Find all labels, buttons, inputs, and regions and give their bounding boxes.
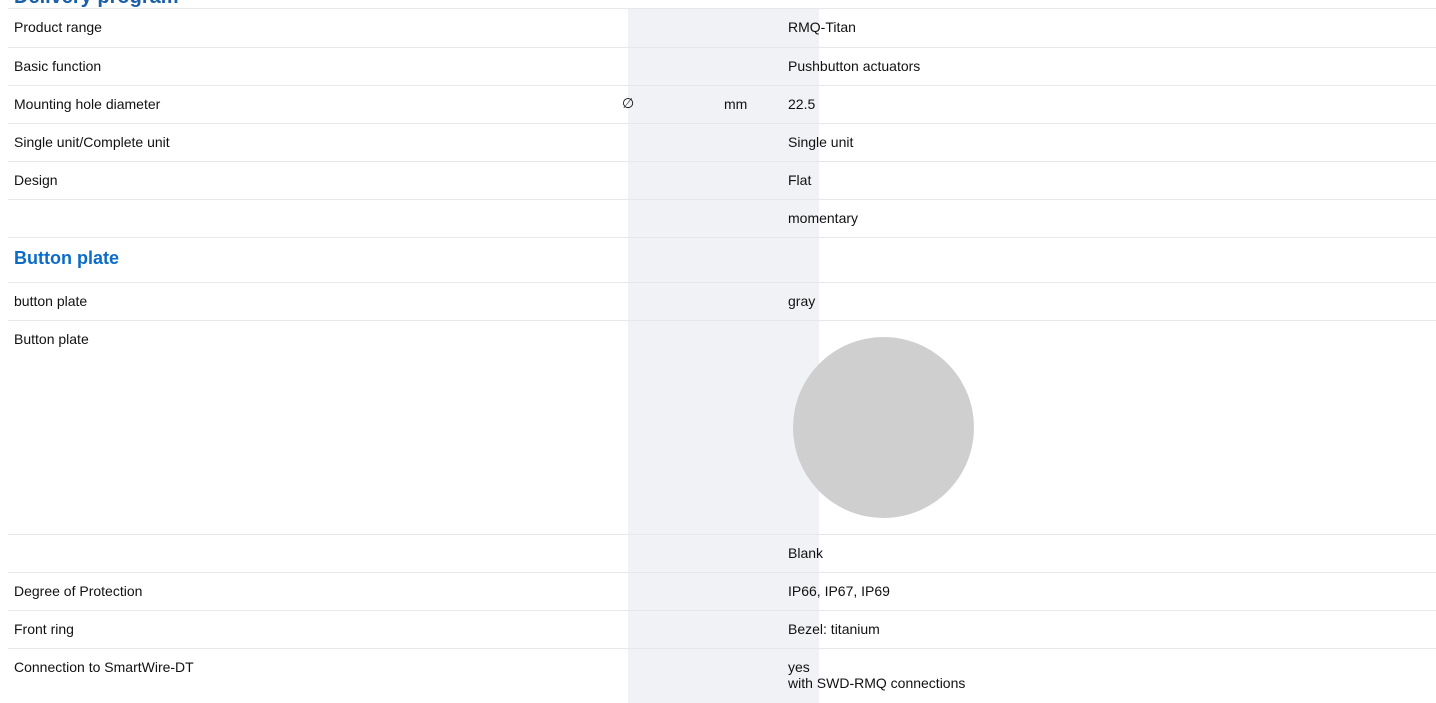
- table-row: Product range RMQ-Titan: [8, 9, 1436, 48]
- row-label: Button plate: [8, 320, 616, 535]
- row-unit: [718, 9, 782, 48]
- row-unit: [718, 47, 782, 86]
- row-symbol: [616, 123, 718, 162]
- row-label: Degree of Protection: [8, 572, 616, 611]
- row-symbol: [616, 47, 718, 86]
- diameter-symbol: ∅: [616, 85, 718, 124]
- row-label: [8, 199, 616, 238]
- row-label: Single unit/Complete unit: [8, 123, 616, 162]
- row-value: Single unit: [782, 123, 1436, 162]
- table-row: Single unit/Complete unit Single unit: [8, 123, 1436, 162]
- row-value: Bezel: titanium: [782, 610, 1436, 649]
- row-value: 22.5: [782, 85, 1436, 124]
- table-row: Blank: [8, 534, 1436, 573]
- section-header-row: Button plate: [8, 237, 1436, 283]
- table-row: Design Flat: [8, 161, 1436, 200]
- row-value: momentary: [782, 199, 1436, 238]
- table-row: Connection to SmartWire-DT yes with SWD-…: [8, 648, 1436, 701]
- section-title: Button plate: [14, 247, 119, 268]
- table-row: Front ring Bezel: titanium: [8, 610, 1436, 649]
- row-value: Pushbutton actuators: [782, 47, 1436, 86]
- row-value: IP66, IP67, IP69: [782, 572, 1436, 611]
- table-row: Degree of Protection IP66, IP67, IP69: [8, 572, 1436, 611]
- spec-table: Product range RMQ-Titan Basic function P…: [8, 9, 1436, 701]
- row-value: gray: [782, 282, 1436, 321]
- row-unit: [718, 123, 782, 162]
- row-label: button plate: [8, 282, 616, 321]
- table-row: Basic function Pushbutton actuators: [8, 47, 1436, 86]
- row-value: Flat: [782, 161, 1436, 200]
- row-label: [8, 534, 616, 573]
- row-label: Design: [8, 161, 616, 200]
- row-symbol: [616, 9, 718, 48]
- row-value: yes with SWD-RMQ connections: [782, 648, 1436, 701]
- table-row: Mounting hole diameter ∅ mm 22.5: [8, 85, 1436, 124]
- table-row: button plate gray: [8, 282, 1436, 321]
- table-row: momentary: [8, 199, 1436, 238]
- row-symbol: [616, 199, 718, 238]
- row-value: RMQ-Titan: [782, 9, 1436, 48]
- row-label: Front ring: [8, 610, 616, 649]
- row-label: Mounting hole diameter: [8, 85, 616, 124]
- row-label: Product range: [8, 9, 616, 48]
- row-unit: [718, 199, 782, 238]
- table-row: Button plate: [8, 320, 1436, 535]
- row-value: Blank: [782, 534, 1436, 573]
- row-unit: [718, 161, 782, 200]
- row-label: Basic function: [8, 47, 616, 86]
- button-plate-image: [788, 331, 988, 531]
- row-label: Connection to SmartWire-DT: [14, 658, 194, 675]
- row-symbol: [616, 161, 718, 200]
- gray-circle-button-plate: [793, 336, 974, 518]
- value-line: yes: [788, 658, 810, 675]
- row-unit: mm: [718, 85, 782, 124]
- value-line: with SWD-RMQ connections: [788, 674, 966, 691]
